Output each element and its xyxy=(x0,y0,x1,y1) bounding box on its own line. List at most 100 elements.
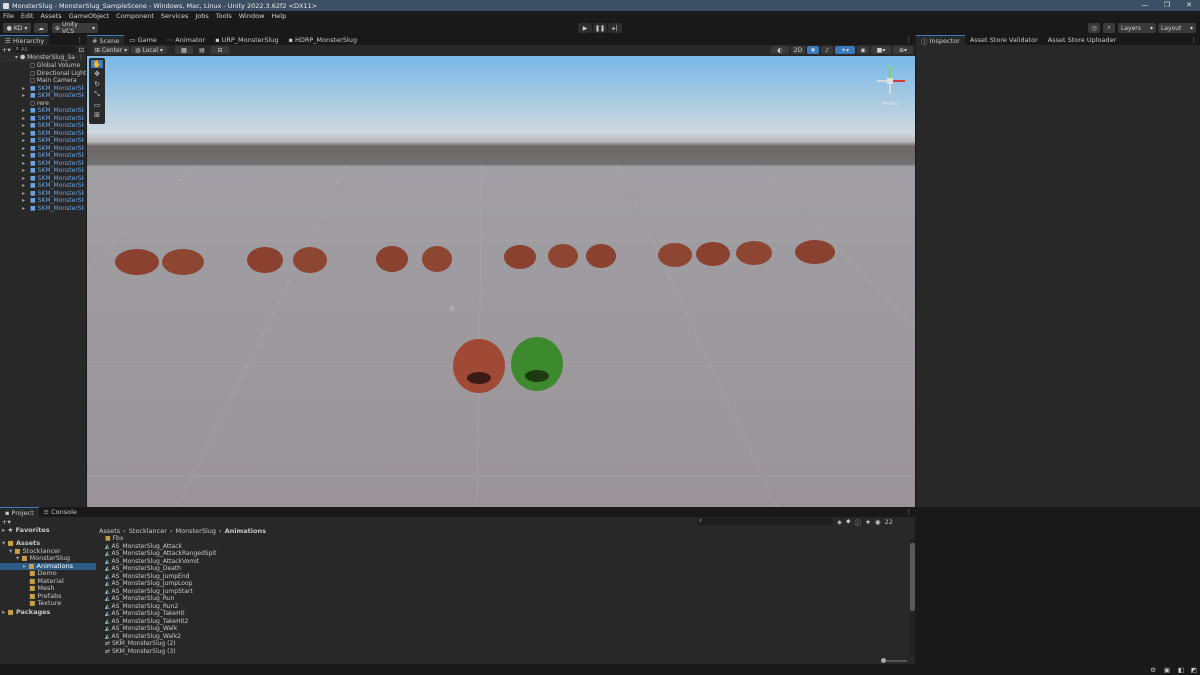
open-prefab-icon[interactable]: › xyxy=(82,182,84,190)
file-list-item[interactable]: ⇄ SKM_MonsterSlug (3) xyxy=(105,648,915,656)
folder-tree-item[interactable]: ■ Texture xyxy=(0,599,96,608)
pivot-dropdown[interactable]: ⊞ Center ▾ xyxy=(93,46,129,54)
more-options-icon[interactable]: ⋮ xyxy=(906,508,916,516)
menu-item-window[interactable]: Window xyxy=(239,12,265,20)
ruler-button[interactable]: ⊟ xyxy=(211,46,229,54)
chevron-right-icon[interactable]: ▸ xyxy=(22,145,25,153)
open-prefab-icon[interactable]: › xyxy=(82,167,84,175)
scene-viewport[interactable]: Persp ✋ ✥ ↻ ⤡ ▭ ⊞ ☝ xyxy=(87,56,915,507)
hierarchy-item[interactable]: ▸ ■ SKM_MonsterSl › xyxy=(0,205,86,213)
menu-item-help[interactable]: Help xyxy=(271,12,286,20)
notification-icon[interactable]: ◩ xyxy=(1191,666,1197,674)
camera-dropdown[interactable]: ■▾ xyxy=(871,46,891,54)
file-list-item[interactable]: ■ Fbx xyxy=(105,535,915,543)
chevron-right-icon[interactable]: ▸ xyxy=(22,107,25,115)
open-prefab-icon[interactable]: › xyxy=(82,160,84,168)
hierarchy-item[interactable]: ▸ ■ SKM_MonsterSl › xyxy=(0,167,86,175)
open-prefab-icon[interactable]: › xyxy=(82,145,84,153)
packages-row[interactable]: ▸ ■ Packages xyxy=(0,608,96,616)
hierarchy-item[interactable]: ▸ ■ SKM_MonsterSl › xyxy=(0,107,86,115)
pause-button[interactable]: ❚❚ xyxy=(593,23,607,33)
hierarchy-item[interactable]: ▸ ■ SKM_MonsterSl › xyxy=(0,130,86,138)
hierarchy-item[interactable]: ▸ ■ SKM_MonsterSl › xyxy=(0,197,86,205)
draw-mode-dropdown[interactable]: ◐ xyxy=(771,46,789,54)
breadcrumb-item[interactable]: MonsterSlug xyxy=(176,527,217,535)
open-prefab-icon[interactable]: › xyxy=(82,130,84,138)
open-prefab-icon[interactable]: › xyxy=(82,122,84,130)
tab-animator[interactable]: ⋯ Animator xyxy=(162,35,210,45)
chevron-right-icon[interactable]: ▸ xyxy=(22,197,25,205)
scrollbar-thumb[interactable] xyxy=(910,543,915,611)
filter-type-icon[interactable]: ◈ xyxy=(837,518,842,526)
progress-icon[interactable]: ◧ xyxy=(1178,666,1184,674)
chevron-right-icon[interactable]: ▸ xyxy=(22,160,25,168)
project-search-input[interactable]: ⌕ xyxy=(697,518,833,525)
file-list-item[interactable]: ◭ AS_MonsterSlug_Run xyxy=(105,595,915,603)
menu-item-component[interactable]: Component xyxy=(116,12,154,20)
history-button[interactable]: ◷ xyxy=(1088,23,1100,33)
file-list-item[interactable]: ◭ AS_MonsterSlug_TakeHit2 xyxy=(105,618,915,626)
chevron-right-icon[interactable]: ▸ xyxy=(22,152,25,160)
chevron-right-icon[interactable]: ▸ xyxy=(22,85,25,93)
hierarchy-item[interactable]: ▸ ■ SKM_MonsterSl › xyxy=(0,160,86,168)
tab-asset-store-uploader[interactable]: Asset Store Uploader xyxy=(1043,35,1122,45)
bake-icon[interactable]: ⚙ xyxy=(1150,666,1156,674)
open-prefab-icon[interactable]: › xyxy=(82,92,84,100)
open-prefab-icon[interactable]: › xyxy=(82,85,84,93)
chevron-right-icon[interactable]: ▸ xyxy=(22,130,25,138)
layers-dropdown[interactable]: Layers ▾ xyxy=(1118,23,1156,33)
hand-tool-icon[interactable]: ✋ xyxy=(91,60,103,68)
orientation-gizmo[interactable] xyxy=(877,66,905,94)
zoom-slider-handle[interactable] xyxy=(881,658,886,663)
open-prefab-icon[interactable]: › xyxy=(82,107,84,115)
menu-item-tools[interactable]: Tools xyxy=(216,12,232,20)
breadcrumb-item[interactable]: Assets xyxy=(99,527,120,535)
menu-item-file[interactable]: File xyxy=(3,12,14,20)
visibility-icon[interactable]: ◉ xyxy=(875,518,881,526)
maximize-button[interactable]: ❐ xyxy=(1156,0,1178,11)
hierarchy-item[interactable]: ◻ rere xyxy=(0,100,86,108)
more-options-icon[interactable]: ⋮ xyxy=(1191,36,1200,44)
snap-increment-button[interactable]: ▤ xyxy=(195,46,209,54)
open-prefab-icon[interactable]: › xyxy=(82,115,84,123)
hierarchy-item[interactable]: ▸ ■ SKM_MonsterSl › xyxy=(0,152,86,160)
file-list-item[interactable]: ◭ AS_MonsterSlug_AttackVomit xyxy=(105,558,915,566)
zoom-slider[interactable] xyxy=(881,658,907,663)
rotate-tool-icon[interactable]: ↻ xyxy=(94,80,100,88)
menu-item-gameobject[interactable]: GameObject xyxy=(69,12,110,20)
file-list-item[interactable]: ◭ AS_MonsterSlug_JumpStart xyxy=(105,588,915,596)
file-list-item[interactable]: ◭ AS_MonsterSlug_Walk xyxy=(105,625,915,633)
space-dropdown[interactable]: ◍ Local ▾ xyxy=(131,46,167,54)
chevron-right-icon[interactable]: ▸ xyxy=(22,92,25,100)
hierarchy-item[interactable]: ◻ Main Camera xyxy=(0,77,86,85)
hierarchy-item[interactable]: ▸ ■ SKM_MonsterSl › xyxy=(0,115,86,123)
open-prefab-icon[interactable]: › xyxy=(82,152,84,160)
file-list-item[interactable]: ⇄ SKM_MonsterSlug (2) xyxy=(105,640,915,648)
tab-game[interactable]: ▭ Game xyxy=(124,35,162,45)
hierarchy-search-input[interactable]: ⌕ All xyxy=(13,46,76,53)
info-icon[interactable]: ⓘ xyxy=(855,517,862,527)
file-list-item[interactable]: ◭ AS_MonsterSlug_Walk2 xyxy=(105,633,915,641)
chevron-right-icon[interactable]: ▸ xyxy=(22,182,25,190)
tab-urp-monsterslug[interactable]: ▪ URP_MonsterSlug xyxy=(210,35,283,45)
file-list-item[interactable]: ◭ AS_MonsterSlug_TakeHit xyxy=(105,610,915,618)
chevron-right-icon[interactable]: ▸ xyxy=(22,122,25,130)
hierarchy-item[interactable]: ▸ ■ SKM_MonsterSl › xyxy=(0,85,86,93)
search-button[interactable]: ⌕ xyxy=(1103,23,1115,33)
tab-scene[interactable]: # Scene xyxy=(87,35,125,45)
hierarchy-item[interactable]: ▸ ■ SKM_MonsterSl › xyxy=(0,137,86,145)
chevron-right-icon[interactable]: ▸ xyxy=(22,137,25,145)
toggle-2d-button[interactable]: 2D xyxy=(791,46,805,54)
lighting-toggle[interactable]: ✹ xyxy=(807,46,819,54)
rect-tool-icon[interactable]: ▭ xyxy=(94,101,101,109)
effects-dropdown[interactable]: ✦▾ xyxy=(835,46,855,54)
add-icon[interactable]: +▾ xyxy=(2,46,11,54)
gizmos-dropdown[interactable]: ⊕▾ xyxy=(893,46,913,54)
favorite-icon[interactable]: ★ xyxy=(865,518,871,526)
hierarchy-item[interactable]: ▸ ■ SKM_MonsterSl › xyxy=(0,182,86,190)
more-options-icon[interactable]: ⋮ xyxy=(77,36,87,44)
lock-icon[interactable]: ⊡ xyxy=(79,46,84,54)
menu-item-edit[interactable]: Edit xyxy=(21,12,34,20)
chevron-right-icon[interactable]: ▸ xyxy=(22,175,25,183)
hierarchy-item[interactable]: ▸ ■ SKM_MonsterSl › xyxy=(0,92,86,100)
